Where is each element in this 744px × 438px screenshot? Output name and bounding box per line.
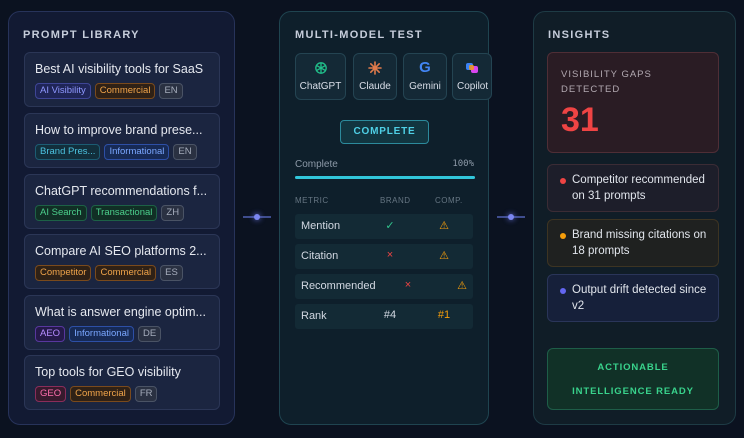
connector-dot (508, 214, 514, 220)
prompt-title: Top tools for GEO visibility (35, 365, 181, 379)
table-header-metric: METRIC (295, 196, 329, 205)
prompt-title: Best AI visibility tools for SaaS (35, 62, 204, 76)
multi-model-test-title: MULTI-MODEL TEST (295, 29, 423, 41)
category-tag: Brand Pres... (35, 144, 101, 160)
language-tag: ES (160, 265, 183, 281)
progress-bar (295, 176, 475, 179)
comp-warning-icon: ⚠ (457, 280, 467, 292)
google-icon: G (419, 59, 431, 76)
language-tag: DE (137, 326, 162, 342)
metric-row: Citation × ⚠ (295, 244, 473, 269)
intent-tag: Informational (104, 144, 170, 160)
insights-panel: INSIGHTS VISIBILITY GAPS DETECTED 31 Com… (533, 11, 736, 425)
model-tile-chatgpt[interactable]: ChatGPT (295, 53, 346, 100)
brand-rank: #4 (383, 309, 397, 321)
connector-dot (254, 214, 260, 220)
brand-cross-icon: × (404, 279, 412, 291)
metric-row: Mention ✓ ⚠ (295, 214, 473, 239)
status-dot-icon (560, 233, 566, 239)
prompt-card[interactable]: What is answer engine optim... AEO Infor… (24, 295, 220, 350)
copilot-icon (453, 60, 491, 79)
metric-row: Rank #4 #1 (295, 304, 473, 329)
openai-icon (296, 60, 345, 79)
metric-name: Mention (301, 220, 341, 232)
comp-rank: #1 (437, 309, 451, 321)
model-tile-gemini[interactable]: G Gemini (403, 53, 447, 100)
status-dot-icon (560, 288, 566, 294)
action-line-1: ACTIONABLE (597, 362, 669, 373)
insight-item[interactable]: Brand missing citations on 18 prompts (547, 219, 719, 267)
insight-text: Competitor recommended on 31 prompts (572, 174, 705, 202)
prompt-title: What is answer engine optim... (35, 305, 206, 319)
category-tag: AEO (35, 326, 66, 342)
insight-text: Brand missing citations on 18 prompts (572, 229, 707, 257)
claude-icon (354, 60, 396, 79)
flow-connector (497, 214, 525, 220)
actionable-intelligence-badge[interactable]: ACTIONABLE INTELLIGENCE READY (547, 348, 719, 410)
complete-status-button[interactable]: COMPLETE (340, 120, 429, 144)
prompt-title: How to improve brand prese... (35, 123, 203, 137)
progress-label: Complete (295, 159, 338, 170)
multi-model-test-panel: MULTI-MODEL TEST ChatGPT Claude G Gemini… (279, 11, 492, 425)
progress-fill (295, 176, 475, 179)
comp-warning-icon: ⚠ (439, 250, 449, 262)
prompt-library-panel: PROMPT LIBRARY Best AI visibility tools … (8, 11, 235, 425)
table-header-brand: BRAND (380, 196, 411, 205)
brand-check-icon: ✓ (385, 220, 395, 232)
category-tag: AI Search (35, 205, 87, 221)
prompt-library-title: PROMPT LIBRARY (23, 29, 140, 41)
prompt-card[interactable]: Compare AI SEO platforms 2... Competitor… (24, 234, 220, 289)
model-label: Gemini (409, 81, 441, 92)
category-tag: GEO (35, 386, 67, 402)
model-label: Copilot (457, 81, 489, 92)
metric-name: Recommended (301, 280, 376, 292)
category-tag: Competitor (35, 265, 92, 281)
category-tag: AI Visibility (35, 83, 91, 99)
flow-connector (243, 214, 271, 220)
model-tile-copilot[interactable]: Copilot (452, 53, 492, 100)
prompt-card[interactable]: ChatGPT recommendations f... AI Search T… (24, 174, 220, 229)
insight-item[interactable]: Output drift detected since v2 (547, 274, 719, 322)
prompt-card[interactable]: Top tools for GEO visibility GEO Commerc… (24, 355, 220, 410)
language-tag: ZH (161, 205, 185, 221)
model-tile-claude[interactable]: Claude (353, 53, 397, 100)
insights-title: INSIGHTS (548, 29, 611, 41)
metric-name: Citation (301, 250, 339, 262)
intent-tag: Commercial (70, 386, 131, 402)
prompt-title: ChatGPT recommendations f... (35, 184, 208, 198)
intent-tag: Commercial (95, 265, 157, 281)
model-label: ChatGPT (299, 81, 342, 92)
metric-row: Recommended × ⚠ (295, 274, 473, 299)
model-label: Claude (359, 81, 391, 92)
visibility-gaps-label: VISIBILITY GAPS DETECTED (561, 69, 652, 95)
prompt-card[interactable]: How to improve brand prese... Brand Pres… (24, 113, 220, 168)
metric-name: Rank (301, 310, 327, 322)
language-tag: FR (134, 386, 158, 402)
visibility-gaps-count: 31 (561, 101, 599, 139)
prompt-card[interactable]: Best AI visibility tools for SaaS AI Vis… (24, 52, 220, 107)
prompt-title: Compare AI SEO platforms 2... (35, 244, 207, 258)
intent-tag: Commercial (94, 83, 156, 99)
progress-value: 100% (452, 159, 474, 169)
insight-item[interactable]: Competitor recommended on 31 prompts (547, 164, 719, 212)
comp-warning-icon: ⚠ (439, 220, 449, 232)
brand-cross-icon: × (386, 249, 394, 261)
intent-tag: Informational (69, 326, 134, 342)
insight-text: Output drift detected since v2 (572, 284, 707, 312)
action-line-2: INTELLIGENCE READY (572, 386, 694, 397)
intent-tag: Transactional (90, 205, 158, 221)
status-dot-icon (560, 178, 566, 184)
visibility-gaps-card: VISIBILITY GAPS DETECTED 31 (547, 52, 719, 153)
language-tag: EN (173, 144, 197, 160)
language-tag: EN (159, 83, 183, 99)
table-header-comp: COMP. (435, 196, 463, 205)
